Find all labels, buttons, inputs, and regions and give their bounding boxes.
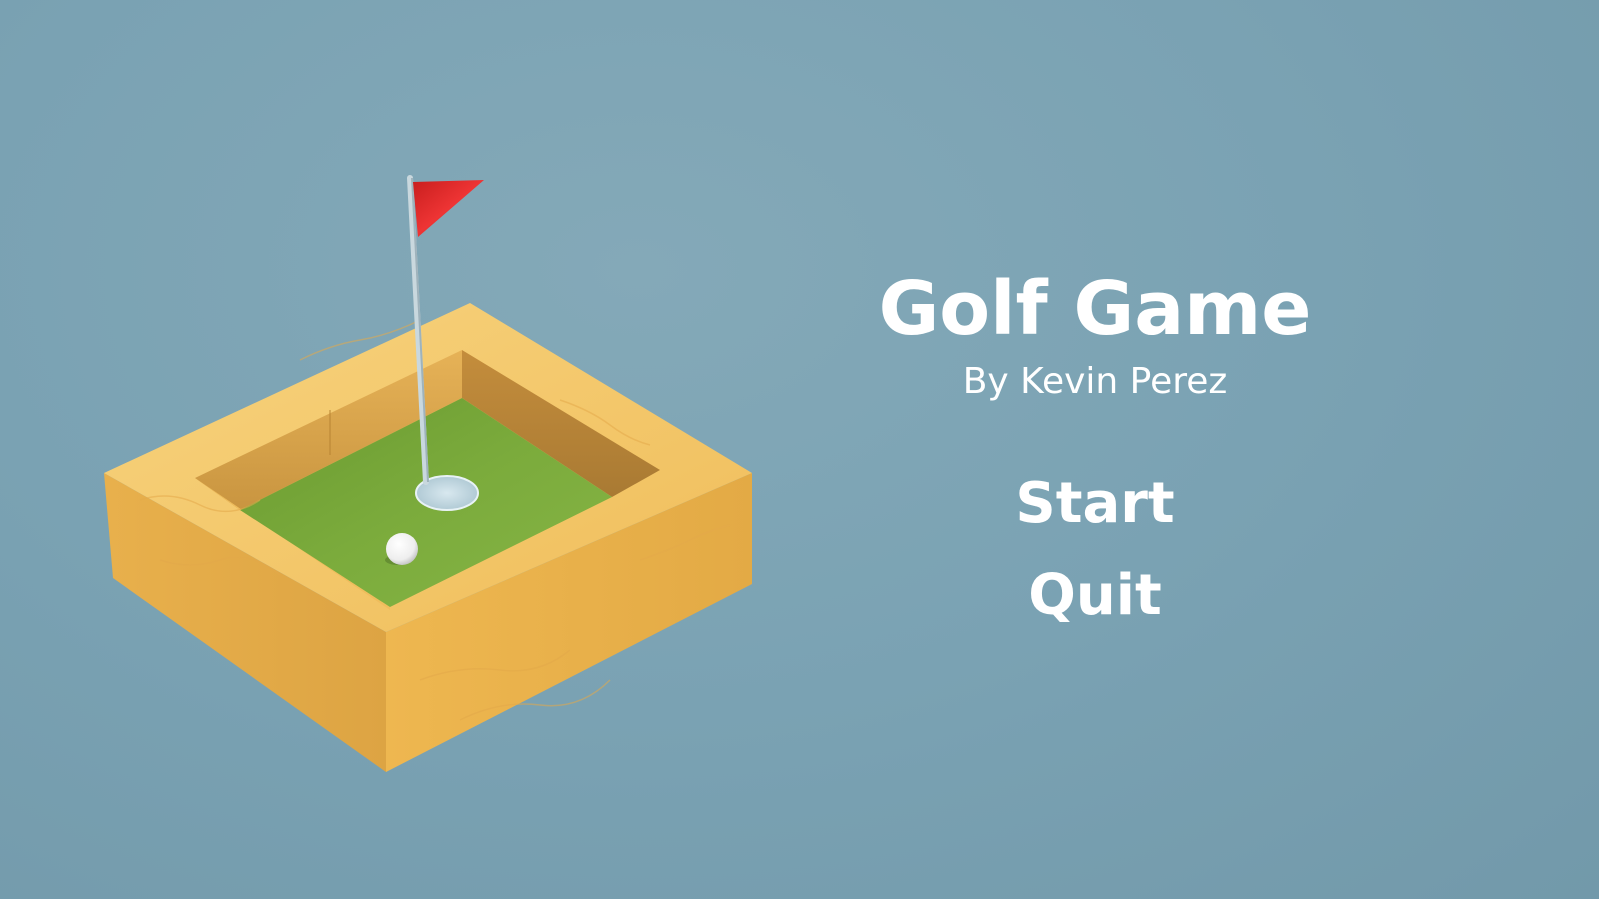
author-credit: By Kevin Perez [962, 361, 1228, 402]
wooden-box [104, 303, 752, 772]
game-title: Golf Game [878, 266, 1312, 352]
golf-course-scene [104, 175, 752, 772]
main-menu: Golf Game By Kevin Perez Start Quit [860, 262, 1330, 624]
start-button[interactable]: Start [1015, 476, 1174, 532]
quit-button[interactable]: Quit [1028, 568, 1161, 624]
